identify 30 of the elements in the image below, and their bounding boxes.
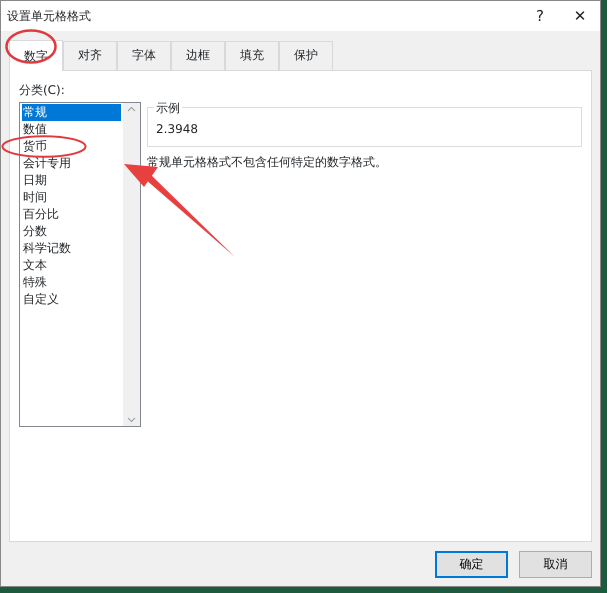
ok-button[interactable]: 确定 (435, 550, 508, 578)
list-item[interactable]: 会计专用 (22, 155, 121, 172)
tab[interactable]: 字体 (117, 41, 171, 70)
tab[interactable]: 对齐 (63, 41, 117, 70)
list-item[interactable]: 日期 (22, 172, 121, 189)
scroll-up-icon[interactable] (127, 106, 136, 112)
tab[interactable]: 保护 (279, 41, 333, 70)
window-title: 设置单元格格式 (7, 8, 92, 25)
tab[interactable]: 填充 (225, 41, 279, 70)
category-label: 分类(C): (19, 83, 65, 97)
tab[interactable]: 边框 (171, 41, 225, 70)
list-item[interactable]: 科学记数 (22, 240, 121, 257)
list-item[interactable]: 百分比 (22, 206, 121, 223)
scroll-down-icon[interactable] (127, 417, 136, 423)
close-button[interactable]: ✕ (560, 4, 600, 28)
sample-value: 2.3948 (156, 121, 199, 138)
list-item[interactable]: 货币 (22, 138, 121, 155)
list-item[interactable]: 时间 (22, 189, 121, 206)
list-item[interactable]: 自定义 (22, 291, 121, 308)
description-text: 常规单元格格式不包含任何特定的数字格式。 (147, 154, 388, 171)
list-item[interactable]: 常规 (22, 104, 121, 121)
category-list[interactable]: 常规 数值 货币 会计专用 日期 时间 百分比 分数 科学记数 文本 特殊 自定义 (19, 102, 141, 427)
list-item[interactable]: 特殊 (22, 274, 121, 291)
scroll-bar[interactable] (123, 103, 140, 426)
list-item[interactable]: 文本 (22, 257, 121, 274)
help-button[interactable]: ? (520, 4, 560, 28)
cancel-button[interactable]: 取消 (519, 550, 592, 578)
list-item[interactable]: 数值 (22, 121, 121, 138)
annotation-circle (5, 29, 57, 64)
list-item[interactable]: 分数 (22, 223, 121, 240)
